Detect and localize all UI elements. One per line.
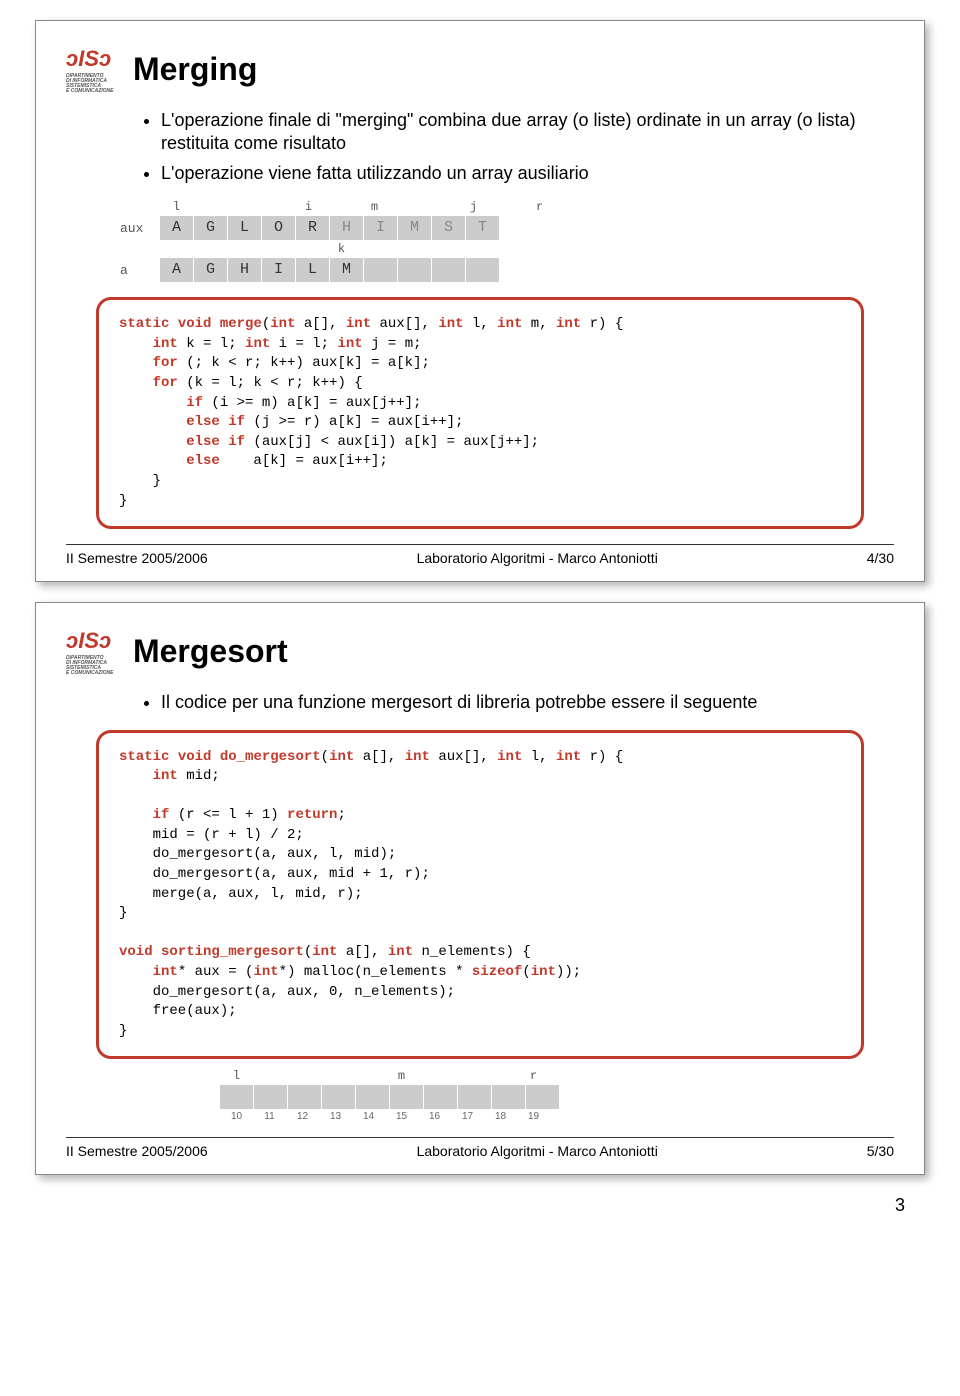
code-block: static void do_mergesort(int a[], int au…	[96, 730, 864, 1060]
footer-right: 5/30	[867, 1143, 894, 1159]
footer-center: Laboratorio Algoritmi - Marco Antoniotti	[417, 1143, 658, 1159]
bullet-item: Il codice per una funzione mergesort di …	[161, 691, 894, 714]
slide-1: ↄISɔDIPARTIMENTODI INFORMATICASISTEMISTI…	[35, 20, 925, 582]
footer-left: II Semestre 2005/2006	[66, 1143, 208, 1159]
page-number: 3	[895, 1195, 905, 1216]
footer: II Semestre 2005/2006 Laboratorio Algori…	[66, 1137, 894, 1159]
header: ↄISɔDIPARTIMENTODI INFORMATICASISTEMISTI…	[66, 46, 894, 94]
array-visualization: lmr 10111213141516171819	[180, 1069, 780, 1122]
bullet-item: L'operazione viene fatta utilizzando un …	[161, 162, 894, 185]
bullets: L'operazione finale di "merging" combina…	[121, 109, 894, 185]
slide-2: ↄISɔDIPARTIMENTODI INFORMATICASISTEMISTI…	[35, 602, 925, 1175]
bullets: Il codice per una funzione mergesort di …	[121, 691, 894, 714]
bullet-item: L'operazione finale di "merging" combina…	[161, 109, 894, 156]
aux-label: aux	[120, 221, 160, 236]
logo: ↄISɔDIPARTIMENTODI INFORMATICASISTEMISTI…	[66, 46, 114, 94]
slide-title: Mergesort	[133, 633, 288, 670]
a-label: a	[120, 263, 160, 278]
merge-visualization: limjr auxAGLORHIMST k aAGHILM	[120, 200, 840, 282]
footer-right: 4/30	[867, 550, 894, 566]
slide-title: Merging	[133, 51, 257, 88]
footer-center: Laboratorio Algoritmi - Marco Antoniotti	[417, 550, 658, 566]
code-block: static void merge(int a[], int aux[], in…	[96, 297, 864, 529]
footer-left: II Semestre 2005/2006	[66, 550, 208, 566]
header: ↄISɔDIPARTIMENTODI INFORMATICASISTEMISTI…	[66, 628, 894, 676]
footer: II Semestre 2005/2006 Laboratorio Algori…	[66, 544, 894, 566]
logo: ↄISɔDIPARTIMENTODI INFORMATICASISTEMISTI…	[66, 628, 114, 676]
